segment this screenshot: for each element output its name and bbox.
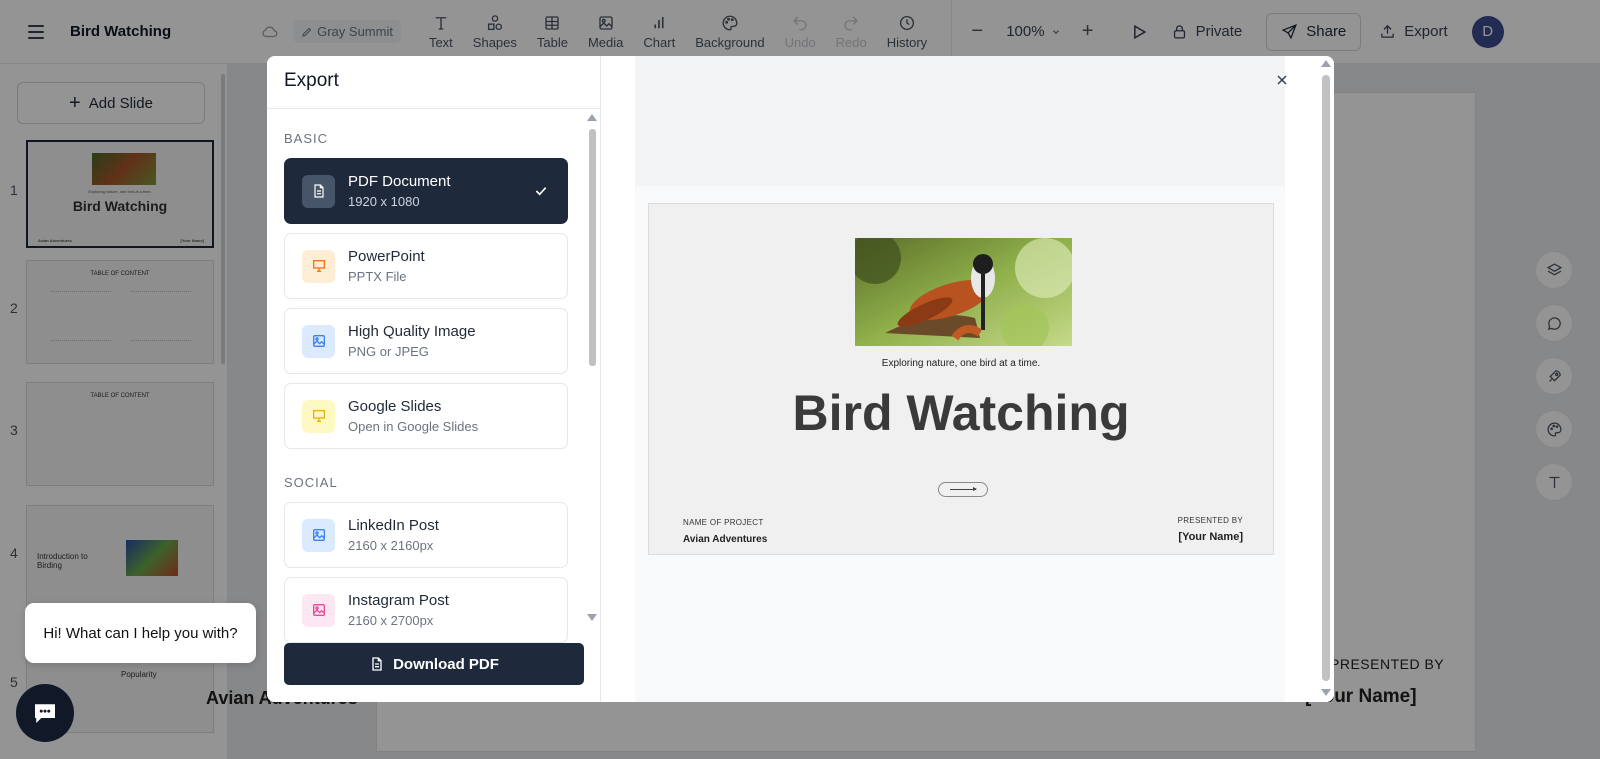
section-label-social: SOCIAL [284,475,338,490]
image-icon [302,518,335,552]
preview-tagline: Exploring nature, one bird at a time. [881,358,1041,369]
export-option-pdf[interactable]: PDF Document 1920 x 1080 [284,158,568,224]
close-icon[interactable] [1274,72,1290,88]
preview-top-spacer [635,56,1285,186]
scroll-up-arrow[interactable] [587,114,597,121]
pdf-file-icon [372,657,382,671]
chat-launcher-button[interactable] [16,684,74,742]
option-sub: 2160 x 2160px [348,538,434,553]
preview-project-label: NAME OF PROJECT [683,518,764,527]
export-options-list: BASIC PDF Document 1920 x 1080 PowerPoin… [284,109,568,687]
option-name: Instagram Post [348,592,449,609]
option-sub: 2160 x 2700px [348,613,434,628]
slide-preview: Exploring nature, one bird at a time. Bi… [648,203,1274,555]
image-icon [302,324,335,358]
section-label-basic: BASIC [284,131,329,146]
check-icon [535,187,547,196]
option-name: Google Slides [348,398,442,415]
options-scrollbar[interactable] [589,129,596,366]
export-dialog: Export BASIC PDF Document 1920 x 1080 Po… [267,56,1334,702]
option-sub: 1920 x 1080 [348,194,420,209]
option-name: PDF Document [348,173,451,190]
option-name: High Quality Image [348,323,476,340]
chat-greeting-bubble[interactable]: Hi! What can I help you with? [25,603,256,663]
scroll-down-arrow[interactable] [1321,689,1331,696]
export-option-linkedin[interactable]: LinkedIn Post 2160 x 2160px [284,502,568,568]
scroll-up-arrow[interactable] [1321,60,1331,67]
pdf-file-icon [302,174,335,208]
preview-presenter: [Your Name] [1178,531,1243,543]
chat-icon [35,704,55,723]
export-option-powerpoint[interactable]: PowerPoint PPTX File [284,233,568,299]
preview-scrollbar[interactable] [1322,75,1330,681]
presentation-icon [302,399,335,433]
option-sub: PNG or JPEG [348,344,429,359]
export-option-image[interactable]: High Quality Image PNG or JPEG [284,308,568,374]
preview-title: Bird Watching [792,385,1130,441]
download-label: Download PDF [393,655,499,673]
option-sub: Open in Google Slides [348,419,479,434]
preview-project-name: Avian Adventures [683,534,768,545]
image-icon [302,593,335,627]
export-preview-panel: Exploring nature, one bird at a time. Bi… [601,56,1334,702]
export-option-google-slides[interactable]: Google Slides Open in Google Slides [284,383,568,449]
option-name: PowerPoint [348,248,425,265]
bird-photo [855,238,1072,346]
export-options-panel: Export BASIC PDF Document 1920 x 1080 Po… [267,56,601,702]
option-name: LinkedIn Post [348,517,439,534]
dialog-title: Export [284,70,339,91]
presentation-icon [302,249,335,283]
option-sub: PPTX File [348,269,407,284]
arrow-right-icon [938,482,988,497]
preview-presented-by-label: PRESENTED BY [1177,516,1243,525]
export-option-instagram[interactable]: Instagram Post 2160 x 2700px [284,577,568,643]
scroll-down-arrow[interactable] [587,614,597,621]
download-button[interactable]: Download PDF [284,643,584,685]
preview-area: Exploring nature, one bird at a time. Bi… [635,56,1285,702]
